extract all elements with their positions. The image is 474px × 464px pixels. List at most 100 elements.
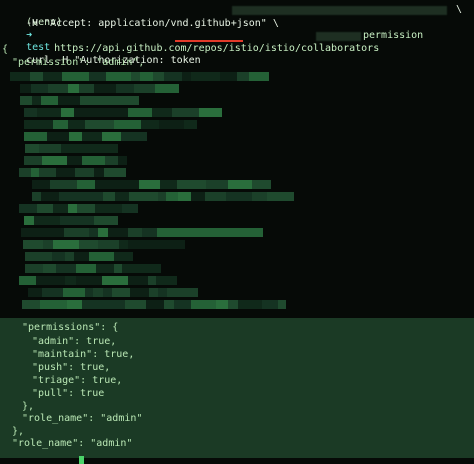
redacted-pixel [206, 180, 228, 189]
redacted-pixel [140, 72, 153, 81]
redacted-pixel [114, 264, 122, 273]
redacted-pixel [96, 264, 114, 273]
redacted-pixel [267, 192, 294, 201]
redacted-pixel [113, 96, 139, 105]
redacted-pixel [74, 108, 100, 117]
redacted-pixel [24, 216, 34, 225]
redacted-pixel [67, 300, 82, 309]
redacted-pixel [121, 132, 147, 141]
redacted-pixel [128, 240, 144, 249]
redacted-pixel [94, 168, 104, 177]
redacted-pixel [172, 108, 187, 117]
redacted-pixel [43, 264, 56, 273]
redacted-pixel [125, 300, 146, 309]
redacted-pixel [50, 180, 77, 189]
redacted-pixel [68, 84, 79, 93]
redacted-pixel [43, 240, 53, 249]
redacted-pixel [34, 216, 60, 225]
redacted-pixel [89, 72, 106, 81]
command-line-1: (venv) ➜ test curl -H "Authorization: to… [2, 4, 201, 66]
redacted-pixel [152, 108, 172, 117]
redacted-pixel [94, 216, 118, 225]
redacted-pixel [141, 120, 159, 129]
redacted-pixel [103, 84, 116, 93]
redacted-username [316, 32, 361, 41]
redacted-pixel [164, 72, 182, 81]
redacted-pixel [37, 204, 53, 213]
redacted-pixel [85, 288, 93, 297]
redacted-pixel [95, 180, 120, 189]
redacted-pixel [48, 84, 68, 93]
redacted-pixel [166, 192, 178, 201]
api-url-prefix: https://api.github.com/repos/ [54, 42, 229, 54]
redacted-pixel [56, 168, 75, 177]
redacted-output-block [0, 70, 474, 315]
redacted-pixel [81, 192, 103, 201]
redacted-pixel [153, 72, 164, 81]
redacted-pixel [105, 156, 118, 165]
redacted-pixel [60, 216, 79, 225]
redacted-pixel [21, 228, 48, 237]
redacted-pixel [146, 300, 164, 309]
redacted-pixel [187, 108, 199, 117]
redacted-pixel [191, 300, 216, 309]
permission-triage: "triage": true, [32, 375, 123, 386]
redacted-pixel [191, 72, 220, 81]
redacted-pixel [118, 156, 127, 165]
redacted-pixel [114, 120, 141, 129]
redacted-pixel [94, 84, 103, 93]
redacted-pixel [102, 132, 121, 141]
redacted-pixel [116, 84, 134, 93]
redacted-pixel [100, 108, 128, 117]
redacted-pixel [30, 72, 43, 81]
annotation-underline [175, 40, 243, 42]
terminal-window[interactable]: (venv) ➜ test curl -H "Authorization: to… [0, 0, 474, 464]
redacted-pixel [32, 96, 41, 105]
redacted-pixel [19, 168, 31, 177]
redacted-pixel [130, 288, 149, 297]
redacted-pixel [102, 276, 128, 285]
permission-push: "push": true, [32, 362, 111, 373]
redacted-pixel [53, 240, 79, 249]
redacted-pixel [191, 192, 205, 201]
redacted-pixel [31, 84, 48, 93]
redacted-pixel [28, 288, 42, 297]
redacted-pixel [205, 192, 226, 201]
redacted-pixel [69, 132, 82, 141]
redacted-pixel [148, 276, 156, 285]
redacted-pixel [238, 300, 262, 309]
redacted-pixel [75, 168, 94, 177]
redacted-pixel [167, 288, 178, 297]
terminal-cursor [79, 456, 84, 464]
redacted-pixel [252, 192, 267, 201]
redacted-token [232, 6, 447, 15]
redacted-pixel [79, 216, 94, 225]
redacted-pixel [48, 144, 61, 153]
redacted-pixel [278, 300, 286, 309]
redacted-pixel [77, 204, 95, 213]
redacted-pixel [89, 252, 114, 261]
redacted-pixel [24, 120, 53, 129]
redacted-pixel [97, 144, 118, 153]
permissions-object-open: "permissions": { [22, 322, 119, 333]
redacted-pixel [108, 228, 128, 237]
redacted-pixel [98, 240, 119, 249]
redacted-pixel [158, 192, 166, 201]
redacted-pixel [224, 228, 234, 237]
redacted-pixel [59, 192, 81, 201]
redacted-pixel [79, 84, 94, 93]
redacted-pixel [159, 120, 184, 129]
api-url-path: /collaborators [294, 42, 380, 54]
redacted-pixel [61, 108, 74, 117]
redacted-pixel [24, 156, 42, 165]
redacted-pixel [122, 204, 138, 213]
redacted-pixel [56, 264, 76, 273]
redacted-pixel [140, 264, 161, 273]
redacted-pixel [89, 228, 98, 237]
redacted-pixel [177, 180, 206, 189]
redacted-pixel [128, 228, 142, 237]
redacted-pixel [47, 132, 69, 141]
redacted-pixel [93, 288, 103, 297]
redacted-pixel [41, 96, 58, 105]
redacted-pixel [157, 228, 185, 237]
